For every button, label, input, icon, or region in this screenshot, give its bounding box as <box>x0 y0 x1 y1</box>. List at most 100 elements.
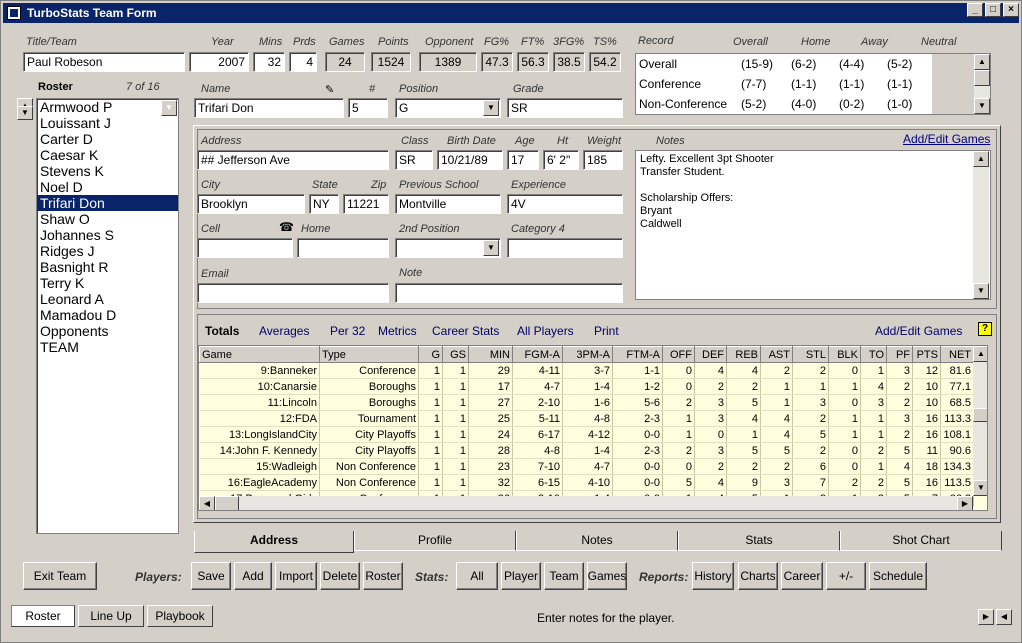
scroll-thumb-h[interactable] <box>215 496 239 510</box>
table-cell[interactable]: 1 <box>442 410 469 427</box>
table-cell[interactable]: 4-12 <box>562 426 613 443</box>
grid-vscroll[interactable]: ▲ ▼ <box>973 346 987 496</box>
table-cell[interactable]: 11 <box>912 442 941 459</box>
table-cell[interactable]: 2 <box>694 378 727 395</box>
table-cell[interactable]: 0 <box>694 426 727 443</box>
ht-field[interactable]: 6' 2" <box>543 150 579 170</box>
nav-left-icon[interactable]: ◀ <box>996 609 1012 625</box>
email-field[interactable] <box>197 283 389 303</box>
table-cell[interactable]: 2 <box>792 442 829 459</box>
record-scrollbar[interactable]: ▲ ▼ <box>974 54 990 114</box>
table-cell[interactable]: 1-4 <box>562 442 613 459</box>
table-cell[interactable]: 1 <box>760 378 793 395</box>
table-cell[interactable]: 4 <box>694 474 727 491</box>
table-row[interactable]: 13:LongIslandCity City Playoffs 1 1 24 6-17 4-… <box>199 426 974 443</box>
table-cell[interactable]: 24 <box>468 426 513 443</box>
table-row[interactable]: 11:Lincoln Boroughs 1 1 27 2-10 1-6 5-6 2 3 5 1 3 0 3 2… <box>199 394 974 411</box>
table-cell[interactable]: 28 <box>468 442 513 459</box>
table-cell[interactable]: 4 <box>760 426 793 443</box>
table-cell[interactable]: 2 <box>828 474 861 491</box>
table-cell[interactable]: 0 <box>828 458 861 475</box>
roster-item[interactable]: Noel D <box>37 179 178 195</box>
table-cell[interactable]: 3 <box>792 394 829 411</box>
table-cell[interactable]: Non Conference <box>319 474 419 491</box>
table-cell[interactable]: 2 <box>886 426 913 443</box>
table-row[interactable]: 12:FDA Tournament 1 1 25 5-11 4-8 2-3 1 3 4 4 2 1 1 3 16… <box>199 410 974 427</box>
schedule-button[interactable]: Schedule <box>869 562 927 590</box>
table-cell[interactable]: 1 <box>662 426 695 443</box>
roster-item[interactable]: Leonard A <box>37 291 178 307</box>
tab-averages[interactable]: Averages <box>259 324 309 338</box>
roster-button[interactable]: Roster <box>363 562 403 590</box>
table-cell[interactable]: 2-10 <box>512 394 563 411</box>
games-grid[interactable]: Game Type G GS MIN FGM-A 3PM-A FTM-A OFF DEF REB AS… <box>198 345 988 511</box>
table-cell[interactable]: 3 <box>694 442 727 459</box>
table-cell[interactable]: 1 <box>442 442 469 459</box>
table-cell[interactable]: 2 <box>886 378 913 395</box>
edit-pencil-icon[interactable]: ✎ <box>325 83 339 96</box>
stats-player-button[interactable]: Player <box>501 562 541 590</box>
table-cell[interactable]: 2-3 <box>612 442 663 459</box>
tab-notes[interactable]: Notes <box>516 531 678 551</box>
column-header[interactable]: MIN <box>468 346 513 363</box>
table-cell[interactable]: 1-4 <box>562 378 613 395</box>
column-header[interactable]: FGM-A <box>512 346 563 363</box>
phone-icon[interactable]: ☎ <box>279 220 294 234</box>
address-field[interactable]: ## Jefferson Ave <box>197 150 389 170</box>
table-cell[interactable]: 4-10 <box>562 474 613 491</box>
history-button[interactable]: History <box>692 562 734 590</box>
table-cell[interactable]: 10 <box>912 378 941 395</box>
table-cell[interactable]: Non Conference <box>319 458 419 475</box>
cell-field[interactable] <box>197 238 293 258</box>
note-field[interactable] <box>395 283 623 303</box>
roster-item[interactable]: Terry K <box>37 275 178 291</box>
table-cell[interactable]: 3 <box>694 394 727 411</box>
maximize-button[interactable]: □ <box>985 3 1001 17</box>
table-cell[interactable]: 1 <box>860 426 887 443</box>
roster-list[interactable]: Armwood P Louissant J Carter D Caesar K Stev… <box>36 98 179 534</box>
table-cell[interactable]: 5 <box>886 442 913 459</box>
position-select[interactable]: G <box>395 98 501 118</box>
column-header[interactable]: DEF <box>694 346 727 363</box>
roster-item[interactable]: Armwood P <box>37 99 178 115</box>
roster-item[interactable]: Johannes S <box>37 227 178 243</box>
scroll-thumb[interactable] <box>974 70 990 86</box>
table-cell[interactable]: 1 <box>792 378 829 395</box>
column-header[interactable]: GS <box>442 346 469 363</box>
table-cell[interactable]: 1 <box>418 378 443 395</box>
help-icon[interactable]: ? <box>978 322 992 336</box>
table-cell[interactable]: 1 <box>828 410 861 427</box>
table-cell[interactable]: 90.6 <box>940 442 974 459</box>
table-row[interactable]: 16:EagleAcademy Non Conference 1 1 32 6-15 4-1… <box>199 474 974 491</box>
tab-stats[interactable]: Stats <box>678 531 840 551</box>
table-cell[interactable]: City Playoffs <box>319 426 419 443</box>
tab-per32[interactable]: Per 32 <box>330 324 365 338</box>
charts-button[interactable]: Charts <box>738 562 778 590</box>
table-cell[interactable]: 1-2 <box>612 378 663 395</box>
table-cell[interactable]: 4-11 <box>512 362 563 379</box>
bottom-tab-playbook[interactable]: Playbook <box>147 605 213 627</box>
table-cell[interactable]: Boroughs <box>319 378 419 395</box>
table-cell[interactable]: 134.3 <box>940 458 974 475</box>
roster-item[interactable]: Basnight R <box>37 259 178 275</box>
tab-profile[interactable]: Profile <box>354 531 516 551</box>
table-cell[interactable]: 4 <box>860 378 887 395</box>
table-row[interactable]: 10:Canarsie Boroughs 1 1 17 4-7 1-4 1-2 0 2 2 1 1 1 4 2… <box>199 378 974 395</box>
grid-hscroll[interactable]: ◀ ▶ <box>199 496 973 510</box>
career-button[interactable]: Career <box>781 562 823 590</box>
table-cell[interactable]: 4-7 <box>512 378 563 395</box>
table-cell[interactable]: Tournament <box>319 410 419 427</box>
table-cell[interactable]: 1-6 <box>562 394 613 411</box>
table-cell[interactable]: 1 <box>418 442 443 459</box>
table-cell[interactable]: 2 <box>860 442 887 459</box>
table-cell[interactable]: 23 <box>468 458 513 475</box>
table-cell[interactable]: 0-0 <box>612 474 663 491</box>
table-cell[interactable]: 3 <box>860 394 887 411</box>
scroll-left-icon[interactable]: ◀ <box>199 496 215 510</box>
year-field[interactable]: 2007 <box>189 52 249 72</box>
table-cell[interactable]: 16 <box>912 426 941 443</box>
table-cell[interactable]: 12:FDA <box>199 410 320 427</box>
table-cell[interactable]: 3 <box>694 410 727 427</box>
tab-shot-chart[interactable]: Shot Chart <box>840 531 1002 551</box>
table-cell[interactable]: 25 <box>468 410 513 427</box>
